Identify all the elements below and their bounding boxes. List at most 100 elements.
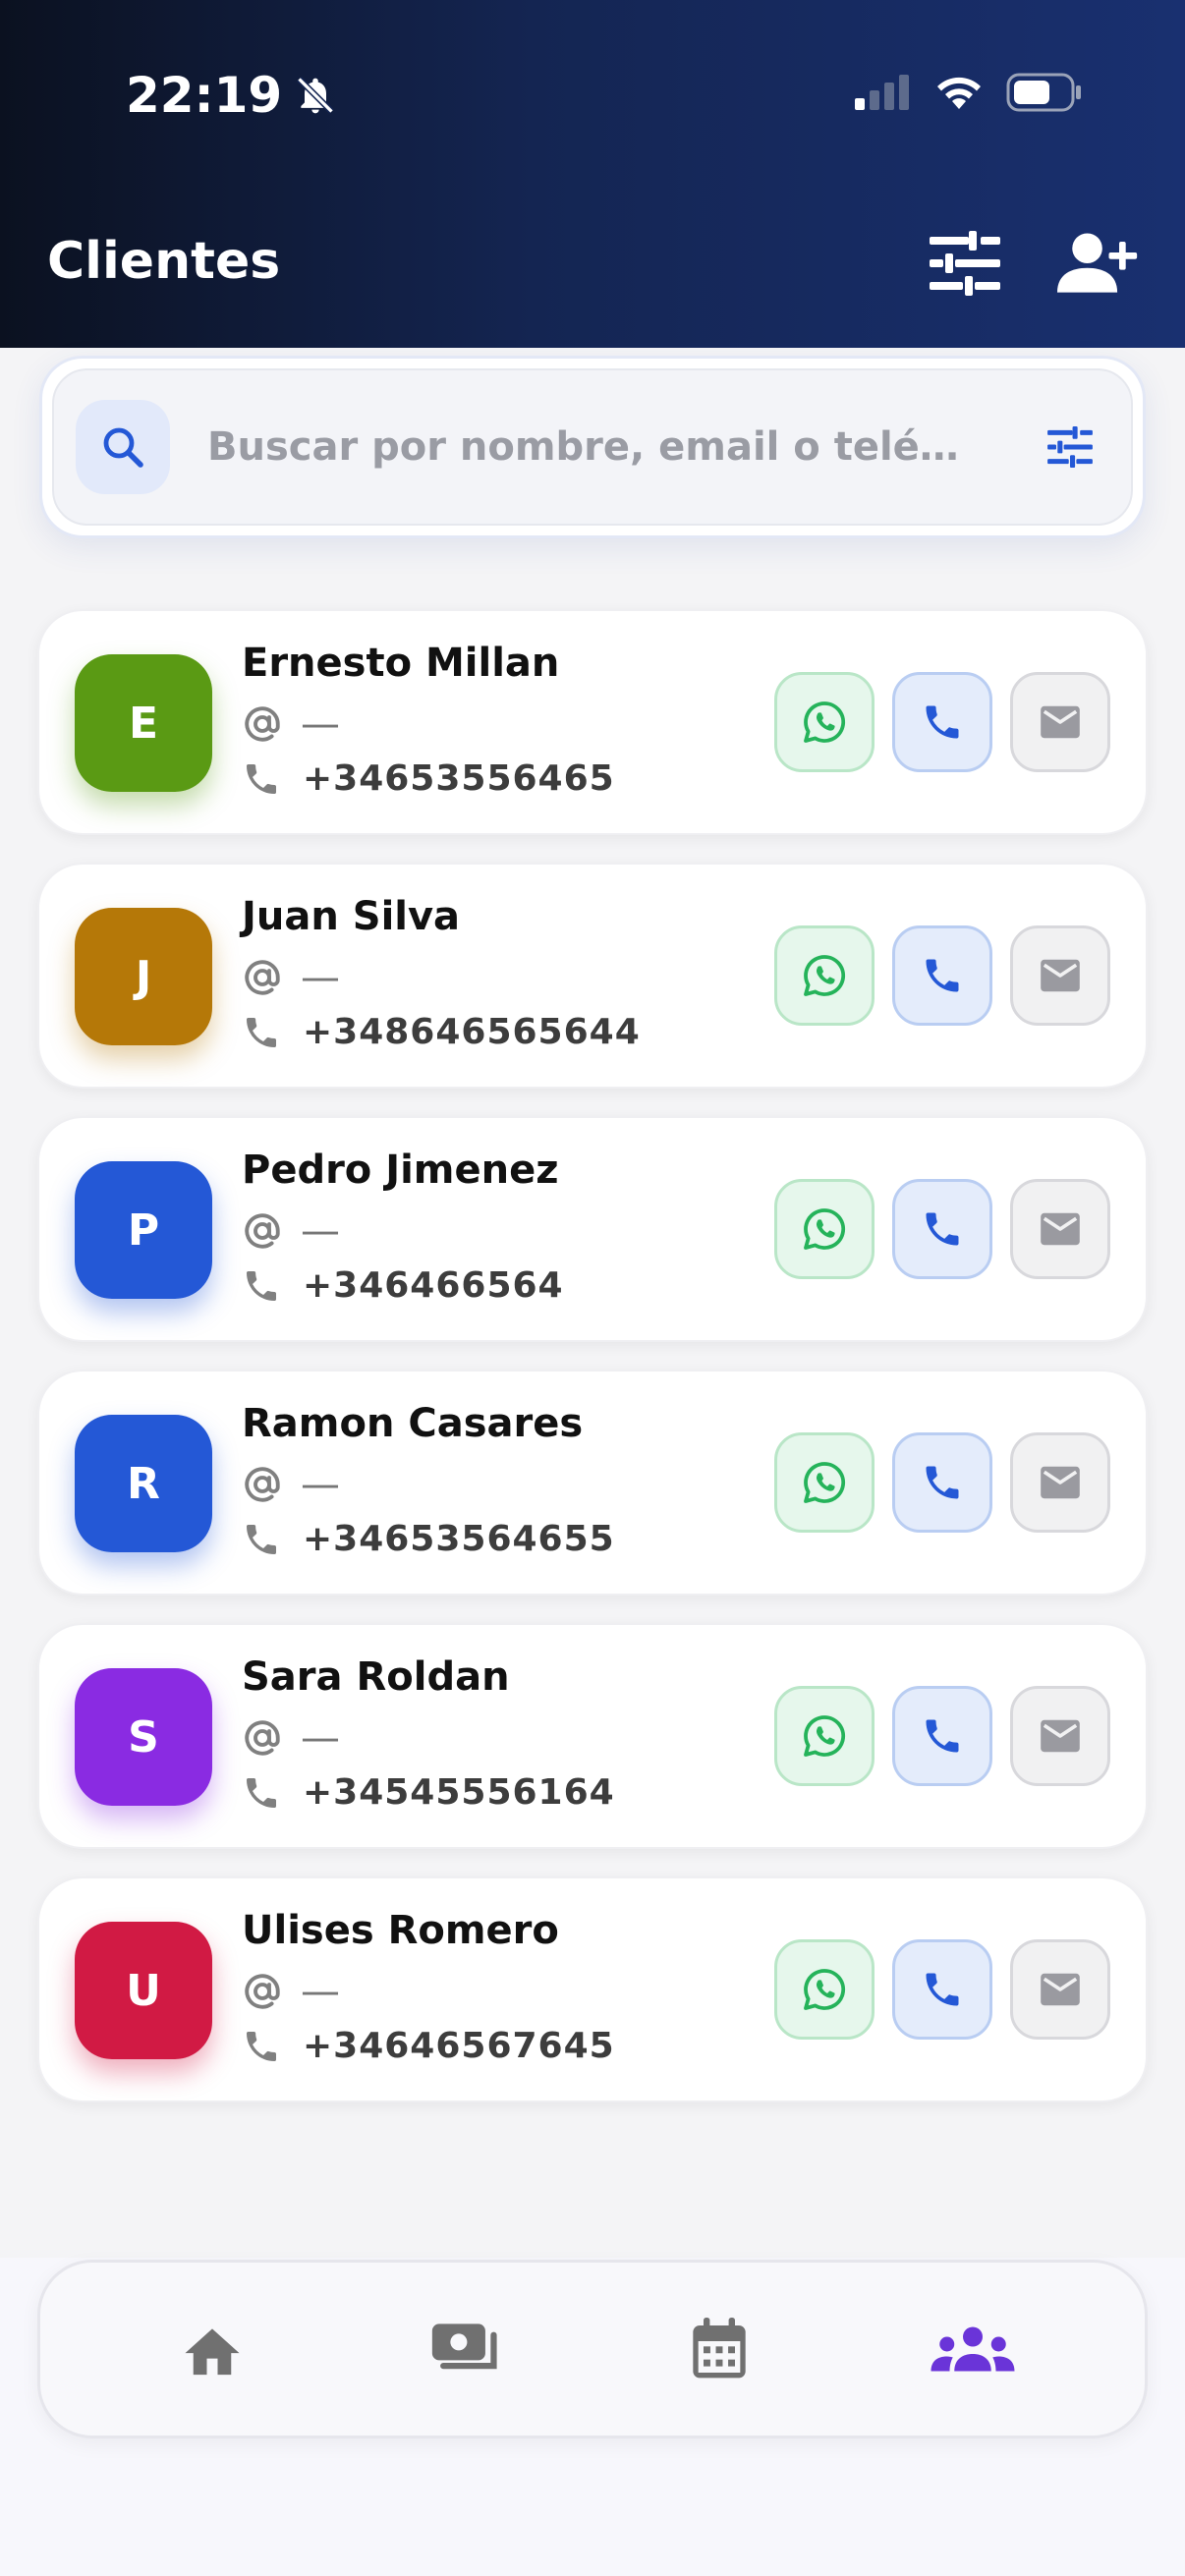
client-phone: +34653556465 — [303, 758, 615, 799]
client-card[interactable]: E Ernesto Millan — +34653556465 — [37, 609, 1148, 835]
wifi-icon — [937, 77, 981, 109]
client-name: Pedro Jimenez — [242, 1148, 559, 1193]
mail-icon — [1041, 959, 1080, 992]
client-name: Ulises Romero — [242, 1908, 559, 1953]
call-button[interactable] — [892, 1179, 992, 1279]
nav-clients[interactable] — [914, 2290, 1032, 2408]
client-email: — — [301, 701, 340, 747]
at-sign-icon — [245, 960, 280, 995]
whatsapp-button[interactable] — [774, 925, 875, 1026]
status-bar-time: 22:19 — [126, 67, 337, 124]
email-button[interactable] — [1010, 1939, 1110, 2040]
phone-icon — [247, 2031, 276, 2061]
phone-icon — [926, 705, 959, 739]
page-title: Clientes — [47, 232, 281, 291]
client-phone: +348646565644 — [303, 1012, 641, 1052]
phone-icon — [247, 763, 276, 794]
client-phone-row: +34653556465 — [242, 758, 615, 799]
nav-calendar[interactable] — [660, 2290, 778, 2408]
search-icon — [103, 427, 143, 468]
battery-icon — [1006, 73, 1081, 112]
client-avatar: S — [75, 1668, 212, 1806]
client-email: — — [301, 1462, 340, 1507]
mail-icon — [1041, 1719, 1080, 1753]
mail-icon — [1041, 705, 1080, 739]
mail-icon — [1041, 1466, 1080, 1499]
client-name: Ernesto Millan — [242, 641, 560, 686]
email-button[interactable] — [1010, 1686, 1110, 1786]
client-email-row: — — [242, 1969, 340, 2014]
whatsapp-button[interactable] — [774, 672, 875, 772]
client-avatar: U — [75, 1922, 212, 2059]
client-avatar: J — [75, 908, 212, 1045]
whatsapp-button[interactable] — [774, 1686, 875, 1786]
client-phone: +34653564655 — [303, 1519, 615, 1559]
client-phone: +34646567645 — [303, 2026, 615, 2066]
add-client-button[interactable] — [1057, 222, 1140, 305]
client-phone-row: +34545556164 — [242, 1772, 615, 1813]
nav-payments[interactable] — [407, 2290, 525, 2408]
at-sign-icon — [245, 1974, 280, 2009]
at-sign-icon — [245, 1213, 280, 1249]
email-button[interactable] — [1010, 925, 1110, 1026]
cellular-signal-icon — [855, 75, 909, 110]
at-sign-icon — [245, 1720, 280, 1756]
search-filter-button[interactable] — [1031, 408, 1109, 486]
calendar-icon — [693, 2318, 746, 2379]
at-sign-icon — [245, 1467, 280, 1502]
mail-icon — [1041, 1212, 1080, 1246]
client-name: Juan Silva — [242, 894, 461, 939]
phone-icon — [926, 1212, 959, 1246]
call-button[interactable] — [892, 925, 992, 1026]
payments-icon — [431, 2324, 497, 2370]
call-button[interactable] — [892, 672, 992, 772]
whatsapp-icon — [804, 955, 846, 996]
whatsapp-button[interactable] — [774, 1432, 875, 1533]
client-card[interactable]: J Juan Silva — +348646565644 — [37, 863, 1148, 1089]
client-card[interactable]: S Sara Roldan — +34545556164 — [37, 1623, 1148, 1849]
client-email: — — [301, 955, 340, 1000]
whatsapp-button[interactable] — [774, 1179, 875, 1279]
filter-button[interactable] — [924, 222, 1006, 305]
nav-home[interactable] — [153, 2290, 271, 2408]
phone-icon — [926, 1719, 959, 1753]
whatsapp-button[interactable] — [774, 1939, 875, 2040]
bell-off-icon — [297, 77, 334, 114]
client-list: E Ernesto Millan — +34653556465 J Juan S… — [37, 609, 1148, 2130]
search-input[interactable] — [207, 424, 1021, 470]
client-card[interactable]: P Pedro Jimenez — +346466564 — [37, 1116, 1148, 1342]
client-email-row: — — [242, 701, 340, 747]
client-avatar: R — [75, 1415, 212, 1552]
client-name: Ramon Casares — [242, 1401, 584, 1446]
call-button[interactable] — [892, 1432, 992, 1533]
email-button[interactable] — [1010, 1432, 1110, 1533]
whatsapp-icon — [804, 1462, 846, 1503]
client-phone-row: +34653564655 — [242, 1519, 615, 1559]
client-phone-row: +348646565644 — [242, 1012, 641, 1052]
client-avatar: E — [75, 654, 212, 792]
whatsapp-icon — [804, 1969, 846, 2010]
call-button[interactable] — [892, 1939, 992, 2040]
client-email-row: — — [242, 1208, 340, 1254]
client-phone-row: +34646567645 — [242, 2026, 615, 2066]
phone-icon — [926, 1973, 959, 2006]
phone-icon — [247, 1777, 276, 1808]
bottom-navigation — [37, 2260, 1148, 2438]
client-phone: +34545556164 — [303, 1772, 615, 1813]
clients-icon — [931, 2326, 1015, 2372]
search-button[interactable] — [76, 400, 170, 494]
app-header: 22:19 Clientes — [0, 0, 1185, 348]
client-card[interactable]: R Ramon Casares — +34653564655 — [37, 1370, 1148, 1596]
tune-icon — [1047, 426, 1093, 468]
client-phone: +346466564 — [303, 1265, 564, 1306]
whatsapp-icon — [804, 701, 846, 743]
sliders-icon — [930, 231, 1000, 296]
email-button[interactable] — [1010, 1179, 1110, 1279]
clock-text: 22:19 — [126, 67, 283, 124]
call-button[interactable] — [892, 1686, 992, 1786]
client-email-row: — — [242, 955, 340, 1000]
whatsapp-icon — [804, 1715, 846, 1757]
email-button[interactable] — [1010, 672, 1110, 772]
client-card[interactable]: U Ulises Romero — +34646567645 — [37, 1876, 1148, 2102]
person-add-icon — [1057, 233, 1138, 293]
